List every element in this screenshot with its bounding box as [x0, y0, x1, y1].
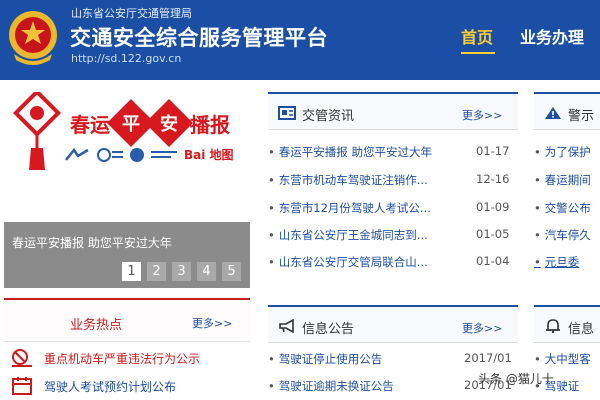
news-item[interactable]: • 山东省公安厅交管局联合山... 01-04 [268, 254, 518, 270]
traffic-news-header: 交管资讯 更多>> [268, 92, 518, 130]
hot-topic-item[interactable]: 驾驶人考试预约计划公布 [10, 376, 176, 396]
slider-page-2[interactable]: 2 [147, 262, 166, 281]
traffic-news-more-link[interactable]: 更多>> [462, 107, 502, 123]
hot-topics-panel: 业务热点 更多>> 重点机动车严重违法行为公示 驾驶人考试预约计划公布 [4, 298, 250, 400]
nav-business[interactable]: 业务办理 [520, 24, 584, 48]
info-title: 信息 [568, 322, 595, 337]
alert-item[interactable]: • 交警公布 [534, 200, 600, 216]
news-slider[interactable]: 春运平安播报 助您平安过大年 1 2 3 4 5 [4, 222, 250, 288]
hot-topic-label: 重点机动车严重违法行为公示 [44, 351, 201, 366]
site-title: 交通安全综合服务管理平台 [70, 26, 328, 50]
baidu-map-logo: Bai 地图 [184, 148, 234, 162]
sponsor-logo-1 [65, 148, 89, 161]
megaphone-icon [279, 319, 294, 333]
nav-active-underline [461, 52, 495, 54]
news-date: 01-05 [476, 227, 510, 241]
slider-page-4[interactable]: 4 [197, 262, 216, 281]
violation-icon [12, 349, 32, 367]
header-subtitle: 山东省公安厅交通管理局 [71, 7, 192, 20]
news-date: 01-09 [476, 200, 510, 214]
hot-topics-header: 业务热点 更多>> [4, 298, 250, 342]
notices-header: 信息公告 更多>> [268, 305, 518, 343]
alerts-title: 警示 [568, 109, 595, 124]
hot-topics-more-link[interactable]: 更多>> [192, 315, 232, 331]
info-item[interactable]: • 大中型客 [534, 351, 600, 367]
sponsor-logo-3 [130, 148, 144, 162]
alert-item[interactable]: • 元旦委 [534, 254, 600, 270]
sponsor-logo-4 [151, 151, 177, 158]
traffic-news-title: 交管资讯 [302, 109, 355, 124]
alert-item[interactable]: • 汽车停久 [534, 227, 600, 243]
traffic-news-panel: 交管资讯 更多>> • 春运平安播报 助您平安过大年 01-17 • 东营市机动车驾驶… [268, 92, 518, 278]
sponsor-logo-2 [97, 148, 123, 162]
nav-home[interactable]: 首页 [461, 24, 493, 48]
news-item[interactable]: • 山东省公安厅王金城同志到... 01-05 [268, 227, 518, 243]
slider-page-1[interactable]: 1 [122, 262, 141, 281]
slider-page-5[interactable]: 5 [222, 262, 241, 281]
bell-icon [546, 319, 560, 333]
news-date: 01-04 [476, 254, 510, 268]
banner-slogan: 春运 平 安 播报 [70, 98, 230, 148]
hot-topics-title: 业务热点 [70, 318, 123, 333]
slider-page-3[interactable]: 3 [172, 262, 191, 281]
notice-date: 2017/01 [464, 351, 512, 365]
notices-title: 信息公告 [302, 322, 355, 337]
chinese-knot-icon [12, 92, 62, 170]
newspaper-icon [278, 106, 296, 120]
notices-more-link[interactable]: 更多>> [462, 320, 502, 336]
news-date: 01-17 [476, 144, 510, 158]
news-item[interactable]: • 东营市12月份驾驶人考试公... 01-09 [268, 200, 518, 216]
slogan-right: 播报 [190, 112, 230, 137]
alerts-panel: 警示 • 为了保护 • 春运期间 • 交警公布 • 汽车停久 • 元旦委 [534, 92, 600, 278]
news-item[interactable]: • 东营市机动车驾驶证注销作... 12-16 [268, 172, 518, 188]
watermark-text: 头条 @猫儿十 [478, 372, 554, 386]
calendar-icon [12, 377, 32, 395]
hot-topic-label: 驾驶人考试预约计划公布 [44, 379, 177, 394]
police-emblem-icon [9, 11, 57, 65]
alerts-header: 警示 [534, 92, 600, 130]
site-url: http://sd.122.gov.cn [71, 52, 182, 65]
alert-item[interactable]: • 为了保护 [534, 144, 600, 160]
news-date: 12-16 [476, 172, 510, 186]
slider-pagination: 1 2 3 4 5 [122, 262, 241, 281]
hot-topic-item[interactable]: 重点机动车严重违法行为公示 [10, 348, 200, 368]
slider-caption[interactable]: 春运平安播报 助您平安过大年 [12, 234, 172, 251]
slogan-diamond-an: 安 [144, 98, 194, 148]
slogan-left: 春运 [70, 112, 110, 137]
info-header: 信息 [534, 305, 600, 343]
news-item[interactable]: • 春运平安播报 助您平安过大年 01-17 [268, 144, 518, 160]
alert-item[interactable]: • 春运期间 [534, 172, 600, 188]
spring-festival-banner[interactable]: 春运 平 安 播报 Bai 地图 [0, 80, 252, 220]
site-header: 山东省公安厅交通管理局 交通安全综合服务管理平台 http://sd.122.g… [0, 0, 600, 80]
warning-icon [545, 107, 561, 119]
notice-item[interactable]: • 驾驶证停止使用公告 2017/01 [268, 351, 518, 367]
